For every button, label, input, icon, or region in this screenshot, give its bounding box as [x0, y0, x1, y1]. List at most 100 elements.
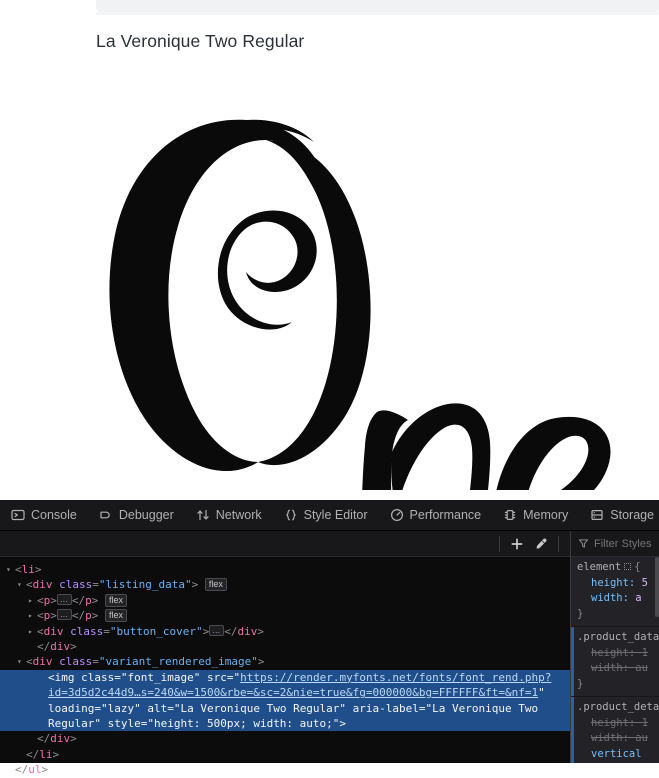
tab-style-editor[interactable]: Style Editor: [273, 500, 379, 531]
dom-token-attn: alt: [147, 701, 168, 715]
dom-tree-row[interactable]: <p>…</p> flex: [0, 608, 570, 623]
css-declaration[interactable]: height: 5: [577, 576, 659, 592]
flex-badge[interactable]: flex: [105, 593, 128, 607]
dom-token-lnk[interactable]: id=3d5d2c44d9…s=240&w=1500&rbe=&sc=2&nie…: [48, 686, 538, 699]
css-declaration[interactable]: height: 1: [577, 646, 659, 662]
dom-tree-row[interactable]: loading="lazy" alt="La Veronique Two Reg…: [0, 700, 570, 717]
dom-tree[interactable]: <li><div class="listing_data"> flex<p>…<…: [0, 557, 570, 778]
css-property[interactable]: width:: [577, 731, 635, 747]
dom-token-attv: Regular": [48, 717, 101, 731]
dom-token-pun: >: [50, 609, 57, 623]
dom-tree-row[interactable]: id=3d5d2c44d9…s=240&w=1500&rbe=&sc=2&nie…: [0, 685, 570, 701]
collapsed-content-ellipsis[interactable]: …: [56, 609, 72, 621]
css-property[interactable]: width:: [577, 661, 635, 677]
rules-scrollbar[interactable]: [655, 557, 659, 617]
chevron-down-icon[interactable]: [17, 577, 26, 592]
dom-token-tag: p: [85, 609, 92, 623]
css-value[interactable]: au: [635, 732, 648, 744]
css-declaration[interactable]: width: au: [577, 661, 659, 677]
tab-memory[interactable]: Memory: [492, 500, 579, 531]
dom-token-lnk[interactable]: https://render.myfonts.net/fonts/font_re…: [240, 671, 551, 684]
tab-debugger[interactable]: Debugger: [88, 500, 185, 531]
dom-tree-row[interactable]: </ul>: [0, 762, 570, 777]
dom-token-attn: class: [59, 655, 93, 669]
dom-token-pun: >: [91, 609, 99, 623]
css-declaration[interactable]: height: 1: [577, 716, 659, 732]
dom-token-tag: img: [54, 670, 75, 684]
dom-tree-row[interactable]: </div>: [0, 731, 570, 746]
tab-console[interactable]: Console: [0, 500, 88, 531]
font-name-heading: La Veronique Two Regular: [96, 31, 305, 51]
dom-token-pun: <: [37, 593, 44, 607]
dom-tree-row[interactable]: <div class="listing_data"> flex: [0, 577, 570, 592]
dom-token-pun: >: [34, 563, 42, 576]
dom-tree-row[interactable]: <p>…</p> flex: [0, 593, 570, 608]
dom-token-pun: >: [257, 624, 264, 638]
dom-tree-row[interactable]: <img class="font_image" src="https://ren…: [0, 669, 570, 686]
css-value[interactable]: 1: [642, 717, 648, 729]
dom-token-attn: class: [59, 578, 93, 592]
dom-token-pun: =: [167, 701, 174, 715]
dom-token-attn: loading: [48, 701, 95, 715]
css-rules-list[interactable]: element{height: 5 width: a} .product_data h…: [571, 557, 659, 763]
css-rule[interactable]: .product_data height: 1 width: au}: [571, 627, 659, 697]
devtools-panel: Console Debugger Network Style Editor Pe: [0, 500, 659, 776]
filter-styles-bar[interactable]: Filter Styles: [571, 531, 659, 557]
css-rule[interactable]: .product_detaheight: 1width: auvertical}: [571, 697, 659, 763]
collapsed-content-ellipsis[interactable]: …: [56, 593, 72, 605]
dom-token-attv: "font_image": [120, 670, 201, 684]
close-brace: }: [577, 607, 584, 620]
dom-token-pun: </: [37, 732, 51, 746]
console-icon: [11, 508, 25, 522]
dom-token-tag: ul: [28, 763, 42, 777]
css-declaration[interactable]: vertical: [577, 747, 659, 763]
dom-token-attv: ": [538, 686, 545, 700]
css-property[interactable]: vertical: [577, 747, 642, 763]
dom-token-attv: "La Veronique Two: [425, 701, 539, 715]
tab-performance[interactable]: Performance: [379, 500, 493, 531]
tab-storage[interactable]: Storage: [579, 500, 659, 531]
css-rule[interactable]: element{height: 5 width: a}: [571, 557, 659, 627]
css-property[interactable]: width:: [577, 591, 635, 607]
dom-token-attv: "height: 500px; width: auto;": [147, 717, 340, 731]
dom-tree-row[interactable]: Regular" style="height: 500px; width: au…: [0, 716, 570, 732]
eyedropper-icon[interactable]: [529, 534, 553, 554]
dom-token-pun: >: [339, 717, 347, 731]
plus-icon[interactable]: [505, 534, 529, 554]
dom-token-tag: div: [50, 640, 71, 654]
css-declaration[interactable]: width: au: [577, 731, 659, 747]
dom-token-pun: =: [114, 670, 121, 684]
page-top-band: [96, 0, 659, 12]
element-grid-icon: [624, 563, 632, 570]
dom-tree-row[interactable]: </li>: [0, 747, 570, 762]
css-property[interactable]: height:: [577, 646, 642, 662]
chevron-right-icon[interactable]: [28, 593, 37, 608]
css-value[interactable]: 1: [642, 647, 648, 659]
dom-token-tag: div: [43, 624, 64, 638]
flex-badge[interactable]: flex: [204, 578, 227, 592]
chevron-down-icon[interactable]: [6, 562, 15, 577]
chevron-down-icon[interactable]: [17, 654, 26, 669]
font-specimen-image[interactable]: [0, 100, 659, 490]
dom-token-pun: >: [70, 640, 77, 654]
css-property[interactable]: height:: [577, 716, 642, 732]
css-value[interactable]: 5: [642, 577, 648, 589]
chevron-right-icon[interactable]: [28, 608, 37, 623]
css-rule-selector[interactable]: element {: [577, 560, 659, 576]
chevron-right-icon[interactable]: [28, 624, 37, 639]
css-property[interactable]: height:: [577, 576, 642, 592]
dom-tree-row[interactable]: <li>: [0, 562, 570, 577]
dom-token-pun: <: [37, 609, 44, 623]
flex-badge[interactable]: flex: [105, 609, 128, 623]
dom-tree-row[interactable]: <div class="button_cover">…</div>: [0, 624, 570, 639]
collapsed-content-ellipsis[interactable]: …: [209, 624, 225, 636]
css-value[interactable]: a: [635, 592, 641, 604]
dom-tree-row[interactable]: </div>: [0, 639, 570, 654]
css-declaration[interactable]: width: a: [577, 591, 659, 607]
css-rule-selector[interactable]: .product_deta: [577, 700, 659, 716]
css-value[interactable]: au: [635, 662, 648, 674]
tab-network[interactable]: Network: [185, 500, 273, 531]
style-editor-icon: [284, 508, 298, 522]
dom-tree-row[interactable]: <div class="variant_rendered_image">: [0, 654, 570, 669]
css-rule-selector[interactable]: .product_data: [577, 630, 659, 646]
